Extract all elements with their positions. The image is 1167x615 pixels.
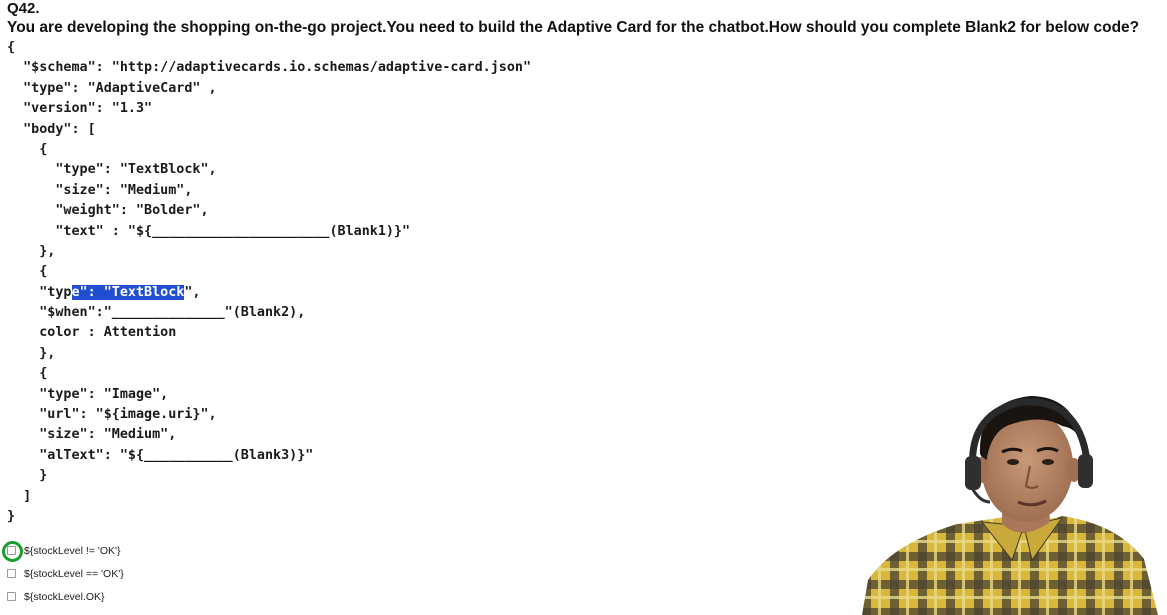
code-line: "$schema": "http://adaptivecards.io.sche… — [7, 60, 532, 76]
option-checkbox[interactable] — [7, 592, 16, 601]
code-text: ", — [184, 284, 201, 300]
code-line: "body": [ — [7, 121, 96, 137]
code-line: } — [7, 508, 16, 524]
answer-option[interactable]: ${stockLevel.OK} — [7, 585, 124, 608]
code-line: }, — [7, 243, 56, 259]
code-line: "type": "TextBlock", — [7, 283, 531, 303]
code-line: "$when":"______________"(Blank2), — [7, 305, 306, 321]
code-text: "typ — [7, 284, 72, 300]
answer-ring-icon — [2, 541, 23, 562]
code-line: "type": "AdaptiveCard" , — [7, 80, 217, 96]
option-checkbox[interactable] — [2, 541, 23, 562]
code-line: { — [7, 141, 48, 157]
question-text: You are developing the shopping on-the-g… — [7, 19, 1140, 36]
code-line: "size": "Medium", — [7, 182, 193, 198]
code-line: "url": "${image.uri}", — [7, 407, 217, 423]
code-line: { — [7, 264, 48, 280]
code-line: "weight": "Bolder", — [7, 203, 209, 219]
option-label: ${stockLevel.OK} — [24, 590, 105, 603]
option-checkbox[interactable] — [7, 569, 16, 578]
answer-option[interactable]: ${stockLevel == 'OK'} — [7, 562, 124, 585]
code-line: { — [7, 40, 16, 55]
code-line: }, — [7, 345, 56, 361]
code-line: } — [7, 468, 48, 484]
code-line: ] — [7, 488, 32, 504]
code-line: "version": "1.3" — [7, 101, 153, 117]
code-line: { — [7, 366, 48, 382]
code-line: "type": "Image", — [7, 386, 169, 402]
code-block: { "$schema": "http://adaptivecards.io.sc… — [7, 38, 531, 527]
option-label: ${stockLevel == 'OK'} — [24, 567, 124, 580]
code-line: "size": "Medium", — [7, 427, 177, 443]
option-label: ${stockLevel != 'OK'} — [24, 544, 121, 557]
code-line: "text" : "${______________________(Blank… — [7, 223, 411, 239]
presenter-webcam — [862, 384, 1167, 615]
code-line: "alText": "${___________(Blank3)}" — [7, 447, 314, 463]
answer-option[interactable]: ${stockLevel != 'OK'} — [2, 539, 124, 562]
question-number: Q42. — [7, 0, 40, 17]
presenter-webcam-image — [862, 384, 1167, 615]
answer-options: ${stockLevel != 'OK'} ${stockLevel == 'OK… — [2, 539, 124, 608]
code-line: color : Attention — [7, 325, 177, 341]
code-line: "type": "TextBlock", — [7, 162, 217, 178]
selected-code-text: e": "TextBlock — [71, 284, 185, 300]
